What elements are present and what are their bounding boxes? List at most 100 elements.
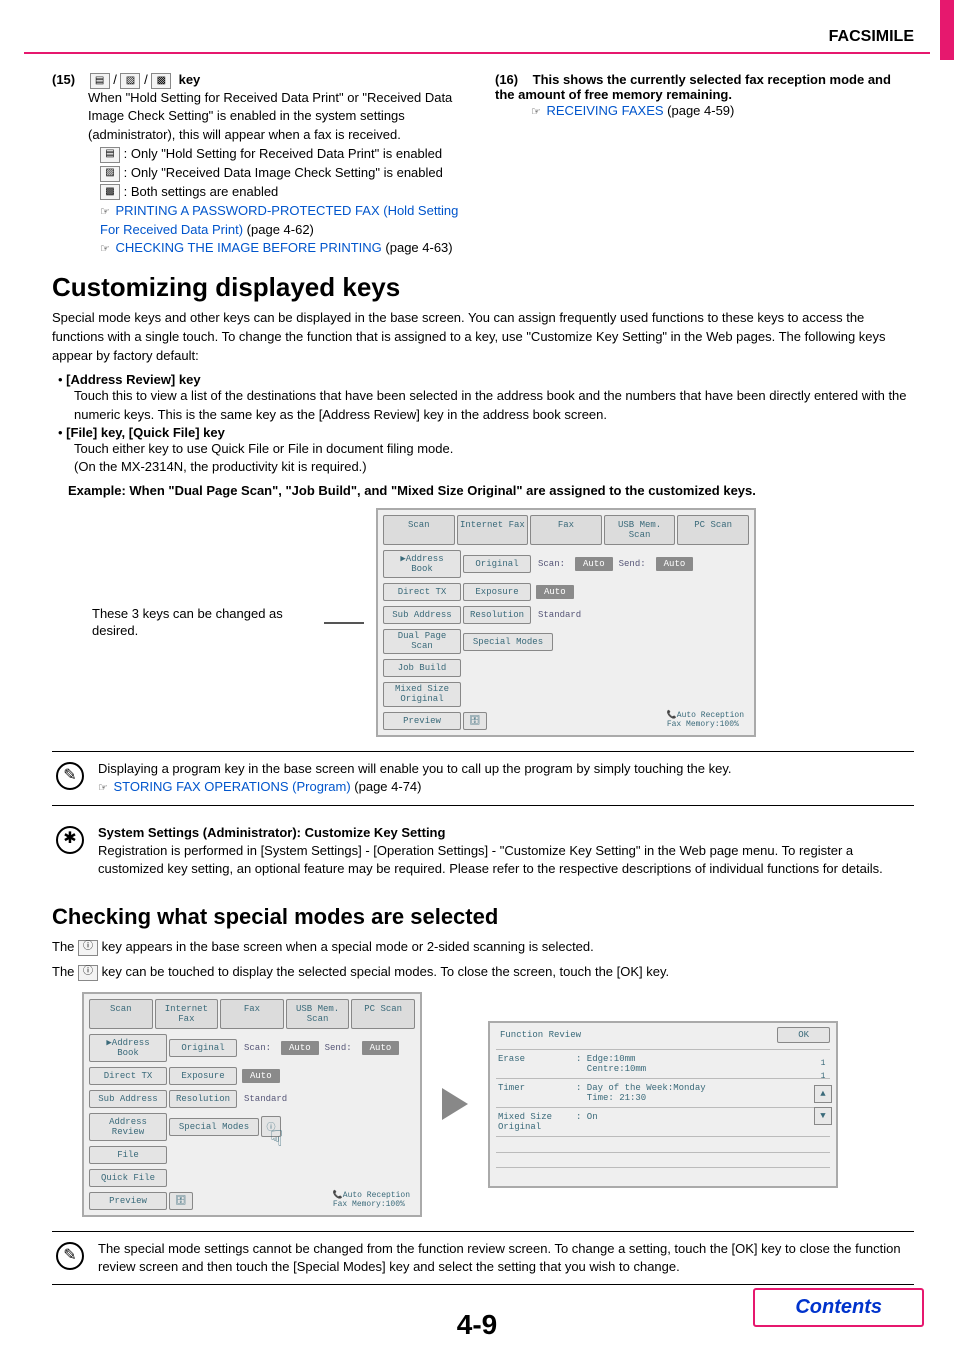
- btn-special-modes[interactable]: Special Modes: [169, 1118, 259, 1136]
- tab-pc-scan[interactable]: PC Scan: [351, 999, 415, 1029]
- bullet-2-body2: (On the MX-2314N, the productivity kit i…: [74, 458, 914, 477]
- item15-line-c: ▩ : Both settings are enabled: [100, 183, 471, 202]
- item15-link2[interactable]: CHECKING THE IMAGE BEFORE PRINTING: [116, 240, 382, 255]
- btn-info-key[interactable]: ⓘ☟: [261, 1116, 281, 1137]
- val-resolution: Standard: [532, 608, 587, 622]
- pointer-icon: ☞: [531, 106, 541, 118]
- btn-preview[interactable]: Preview: [89, 1192, 167, 1210]
- review-row-label: Erase: [498, 1054, 576, 1074]
- image-check-icon: ▨: [120, 73, 140, 89]
- item15-body: When "Hold Setting for Received Data Pri…: [88, 89, 471, 146]
- review-page-top: 1: [821, 1059, 826, 1068]
- scroll-down-button[interactable]: ▼: [814, 1107, 832, 1125]
- item15-link1-row: ☞ PRINTING A PASSWORD-PROTECTED FAX (Hol…: [100, 202, 471, 240]
- btn-file[interactable]: File: [89, 1146, 167, 1164]
- bullet-1: • [Address Review] key: [58, 372, 914, 387]
- pointer-line: [324, 622, 364, 624]
- val-send: Auto: [656, 557, 694, 571]
- btn-resolution[interactable]: Resolution: [169, 1090, 237, 1108]
- note3-text: The special mode settings cannot be chan…: [98, 1240, 910, 1276]
- tab-usb-mem-scan[interactable]: USB Mem. Scan: [604, 515, 676, 545]
- btn-sub-address[interactable]: Sub Address: [383, 606, 461, 624]
- tab-pc-scan[interactable]: PC Scan: [677, 515, 749, 545]
- btn-exposure[interactable]: Exposure: [463, 583, 531, 601]
- info-key-icon: ⓘ: [78, 965, 98, 981]
- btn-sub-address[interactable]: Sub Address: [89, 1090, 167, 1108]
- btn-hdd-icon[interactable]: 🗄: [169, 1192, 193, 1210]
- item15-link2-row: ☞ CHECKING THE IMAGE BEFORE PRINTING (pa…: [100, 239, 471, 258]
- ui1-caption: These 3 keys can be changed as desired.: [92, 606, 312, 640]
- doc-icon: ▤: [90, 73, 110, 89]
- review-ok-button[interactable]: OK: [777, 1027, 830, 1043]
- tab-internet-fax[interactable]: Internet Fax: [155, 999, 219, 1029]
- customizing-title: Customizing displayed keys: [52, 272, 914, 303]
- lbl-send: Send:: [613, 557, 652, 571]
- doc-icon: ▤: [100, 147, 120, 163]
- note1-link[interactable]: STORING FAX OPERATIONS (Program): [114, 779, 351, 794]
- item16-num: (16): [495, 72, 529, 87]
- item16-head: This shows the currently selected fax re…: [495, 72, 891, 102]
- tab-scan[interactable]: Scan: [89, 999, 153, 1029]
- contents-button[interactable]: Contents: [753, 1288, 924, 1327]
- btn-direct-tx[interactable]: Direct TX: [89, 1067, 167, 1085]
- btn-hdd-icon[interactable]: 🗄: [463, 712, 487, 730]
- both-icon: ▩: [100, 184, 120, 200]
- note2-text: System Settings (Administrator): Customi…: [98, 824, 910, 879]
- btn-dual-page-scan[interactable]: Dual Page Scan: [383, 629, 461, 654]
- tab-usb-mem-scan[interactable]: USB Mem. Scan: [286, 999, 350, 1029]
- flow-arrow-icon: [442, 1088, 468, 1120]
- header-section-title: FACSIMILE: [0, 0, 954, 52]
- scroll-up-button[interactable]: ▲: [814, 1085, 832, 1103]
- btn-job-build[interactable]: Job Build: [383, 659, 461, 677]
- btn-original[interactable]: Original: [463, 555, 531, 573]
- review-row-val: : Edge:10mm Centre:10mm: [576, 1054, 828, 1074]
- info-key-icon: ⓘ: [78, 940, 98, 956]
- btn-address-book[interactable]: ▶Address Book: [383, 550, 461, 578]
- lbl-scan: Scan:: [532, 557, 571, 571]
- val-exposure: Auto: [242, 1069, 280, 1083]
- tab-fax[interactable]: Fax: [530, 515, 602, 545]
- base-screen-panel-1: Scan Internet Fax Fax USB Mem. Scan PC S…: [376, 508, 756, 737]
- status-text: 📞Auto ReceptionFax Memory:100%: [667, 712, 750, 730]
- status-text: 📞Auto ReceptionFax Memory:100%: [333, 1192, 416, 1210]
- slash: /: [144, 72, 151, 87]
- section-color-bar: [940, 0, 954, 60]
- settings-icon: ✱: [56, 826, 84, 854]
- review-title: Function Review: [496, 1028, 585, 1042]
- val-resolution: Standard: [238, 1092, 293, 1106]
- tab-internet-fax[interactable]: Internet Fax: [457, 515, 529, 545]
- btn-special-modes[interactable]: Special Modes: [463, 633, 553, 651]
- item15-line-a: ▤ : Only "Hold Setting for Received Data…: [100, 145, 471, 164]
- bullet-2-body1: Touch either key to use Quick File or Fi…: [74, 440, 914, 459]
- bullet-2: • [File] key, [Quick File] key: [58, 425, 914, 440]
- review-row-label: Timer: [498, 1083, 576, 1103]
- item16-link[interactable]: RECEIVING FAXES: [547, 103, 664, 118]
- btn-original[interactable]: Original: [169, 1039, 237, 1057]
- val-send: Auto: [362, 1041, 400, 1055]
- val-exposure: Auto: [536, 585, 574, 599]
- tab-fax[interactable]: Fax: [220, 999, 284, 1029]
- image-check-icon: ▨: [100, 166, 120, 182]
- btn-quick-file[interactable]: Quick File: [89, 1169, 167, 1187]
- header-rule: [24, 52, 930, 54]
- customizing-intro: Special mode keys and other keys can be …: [52, 309, 914, 366]
- lbl-send: Send:: [319, 1041, 358, 1055]
- btn-address-book[interactable]: ▶Address Book: [89, 1034, 167, 1062]
- btn-resolution[interactable]: Resolution: [463, 606, 531, 624]
- btn-mixed-size-original[interactable]: Mixed Size Original: [383, 682, 461, 707]
- val-scan: Auto: [575, 557, 613, 571]
- btn-direct-tx[interactable]: Direct TX: [383, 583, 461, 601]
- btn-exposure[interactable]: Exposure: [169, 1067, 237, 1085]
- review-page-bottom: 1: [821, 1072, 826, 1081]
- slash: /: [113, 72, 120, 87]
- checking-title: Checking what special modes are selected: [52, 904, 914, 930]
- note-icon: ✎: [56, 762, 84, 790]
- note-icon: ✎: [56, 1242, 84, 1270]
- btn-address-review[interactable]: Address Review: [89, 1113, 167, 1141]
- item15-line-b: ▨ : Only "Received Data Image Check Sett…: [100, 164, 471, 183]
- review-row-val: : On: [576, 1112, 828, 1132]
- btn-preview[interactable]: Preview: [383, 712, 461, 730]
- tab-scan[interactable]: Scan: [383, 515, 455, 545]
- review-row-label: Mixed Size Original: [498, 1112, 576, 1132]
- val-scan: Auto: [281, 1041, 319, 1055]
